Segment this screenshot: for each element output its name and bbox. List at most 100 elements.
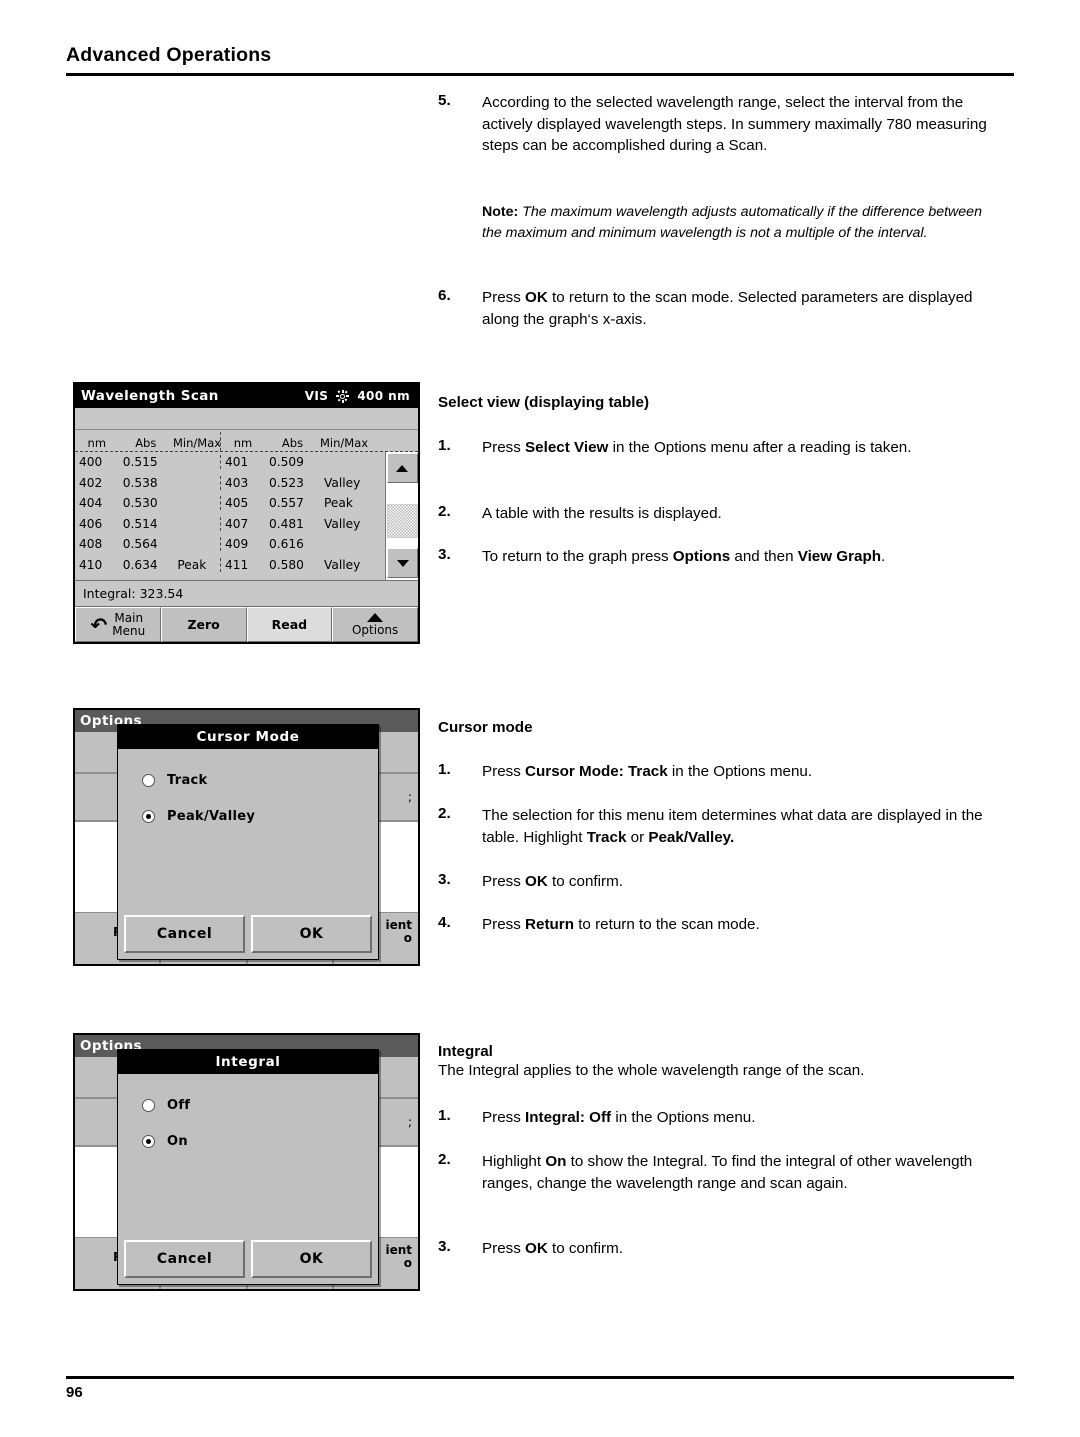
scan-status-area: VIS 400 nm (305, 384, 410, 408)
document-page: Advanced Operations 5. According to the … (0, 0, 1080, 1437)
back-arrow-icon: ↶ (90, 612, 108, 637)
ok-button[interactable]: OK (251, 1240, 372, 1278)
list-item-text: To return to the graph press Options and… (482, 548, 886, 565)
table-row[interactable]: 404 0.530 405 0.557 Peak (75, 493, 418, 514)
cursor-mode-step-2: 2. The selection for this menu item dete… (438, 805, 998, 848)
cell-nm: 404 (79, 496, 103, 511)
dialog-title: Integral (118, 1050, 378, 1074)
cell-minmax: Valley (324, 557, 361, 572)
list-item-text: Highlight On to show the Integral. To fi… (482, 1153, 973, 1192)
table-row[interactable]: 406 0.514 407 0.481 Valley (75, 514, 418, 535)
scan-subheader-strip (75, 408, 418, 430)
list-item-text: Press Return to return to the scan mode. (482, 916, 760, 933)
cell-abs: 0.481 (269, 516, 304, 531)
zero-label: Zero (187, 617, 220, 632)
scan-title-bar: Wavelength Scan VIS 400 nm (75, 384, 418, 408)
radio-button-icon[interactable] (142, 774, 155, 787)
dialog-body: Track Peak/Valley (118, 749, 378, 824)
step-6-block: 6. Press OK to return to the scan mode. … (438, 287, 998, 330)
main-menu-button[interactable]: ↶ Main Menu (75, 607, 161, 642)
cell-abs: 0.509 (269, 455, 304, 470)
table-row[interactable]: 410 0.634 Peak 411 0.580 Valley (75, 555, 418, 576)
list-item-number: 2. (438, 1151, 451, 1168)
cell-abs: 0.634 (122, 557, 158, 572)
scan-wavelength-value: 400 nm (357, 389, 410, 403)
cell-nm: 405 (225, 496, 249, 511)
list-item-number: 3. (438, 871, 451, 888)
zero-button[interactable]: Zero (160, 607, 247, 642)
radio-option-track[interactable]: Track (142, 773, 378, 788)
col-header-abs: Abs (135, 436, 157, 450)
scrollbar-thumb[interactable] (387, 504, 418, 538)
col-header-nm: nm (87, 436, 107, 450)
header-divider (66, 73, 1014, 76)
scroll-up-button[interactable] (386, 453, 418, 483)
read-button[interactable]: Read (246, 607, 333, 642)
cell-abs: 0.564 (122, 537, 158, 552)
table-row[interactable]: 402 0.538 403 0.523 Valley (75, 473, 418, 494)
sun-icon (336, 389, 350, 403)
select-view-heading: Select view (displaying table) (438, 394, 650, 411)
footer-divider (66, 1376, 1014, 1379)
step-5-block: 5. According to the selected wavelength … (438, 92, 998, 157)
cell-nm: 410 (79, 557, 103, 572)
step-6-text: Press OK to return to the scan mode. Sel… (482, 289, 973, 328)
note-label: Note: (482, 204, 519, 220)
note-paragraph: Note: The maximum wavelength adjusts aut… (438, 202, 998, 243)
table-header-half-right: nm Abs Min/Max (221, 432, 368, 451)
col-header-nm: nm (233, 436, 253, 450)
cell-minmax (173, 496, 220, 510)
integral-dialog: Integral Off On Cancel OK (117, 1049, 379, 1285)
cell-abs: 0.580 (269, 557, 304, 572)
cell-nm: 407 (225, 516, 249, 531)
table-row[interactable]: 408 0.564 409 0.616 (75, 534, 418, 555)
table-row[interactable]: 400 0.515 401 0.509 (75, 452, 418, 473)
cursor-mode-step-4: 4. Press Return to return to the scan mo… (438, 914, 998, 936)
radio-button-icon-selected[interactable] (142, 810, 155, 823)
list-item-number: 2. (438, 805, 451, 822)
cell-abs: 0.523 (269, 475, 304, 490)
page-number: 96 (66, 1384, 83, 1401)
cell-minmax (173, 537, 220, 551)
list-item-text: The selection for this menu item determi… (482, 807, 983, 846)
ok-button[interactable]: OK (251, 915, 372, 953)
scan-mode-label: VIS (304, 389, 329, 403)
list-item-number: 1. (438, 437, 451, 454)
dialog-button-row: Cancel OK (124, 915, 372, 953)
step-5-number: 5. (438, 92, 451, 109)
options-row-value: ; (407, 790, 412, 804)
cell-minmax: Valley (324, 516, 361, 531)
list-item-number: 2. (438, 503, 451, 520)
cancel-button[interactable]: Cancel (124, 915, 245, 953)
cell-minmax (320, 537, 367, 551)
list-item-text: Press Integral: Off in the Options menu. (482, 1109, 756, 1126)
list-item-text: Press OK to confirm. (482, 873, 623, 890)
radio-option-on[interactable]: On (142, 1134, 378, 1149)
list-item-number: 4. (438, 914, 451, 931)
cell-nm: 411 (225, 557, 249, 572)
radio-option-off[interactable]: Off (142, 1098, 378, 1113)
cell-nm: 408 (79, 537, 103, 552)
table-scrollbar[interactable] (385, 452, 418, 580)
list-item-text: Press OK to confirm. (482, 1240, 623, 1257)
cancel-button[interactable]: Cancel (124, 1240, 245, 1278)
step-6-number: 6. (438, 287, 451, 304)
cell-minmax (173, 455, 220, 469)
note-block: Note: The maximum wavelength adjusts aut… (438, 202, 998, 243)
options-button[interactable]: Options (332, 607, 418, 642)
cell-abs: 0.515 (122, 455, 158, 470)
select-view-step-1: 1. Press Select View in the Options menu… (438, 437, 998, 459)
cell-nm: 409 (225, 537, 249, 552)
radio-option-peak-valley[interactable]: Peak/Valley (142, 809, 378, 824)
select-view-step-2: 2. A table with the results is displayed… (438, 503, 998, 525)
col-header-abs: Abs (281, 436, 304, 450)
radio-button-icon-selected[interactable] (142, 1135, 155, 1148)
scroll-down-button[interactable] (387, 548, 418, 578)
step-6: 6. Press OK to return to the scan mode. … (438, 287, 998, 330)
list-item-number: 3. (438, 546, 451, 563)
cursor-mode-section: Cursor mode (438, 719, 998, 736)
radio-label: Track (167, 773, 208, 788)
screenshot-wavelength-scan-table: Wavelength Scan VIS 400 nm nm Abs Min/Ma… (73, 382, 420, 644)
list-item-text: Press Cursor Mode: Track in the Options … (482, 763, 813, 780)
radio-button-icon[interactable] (142, 1099, 155, 1112)
